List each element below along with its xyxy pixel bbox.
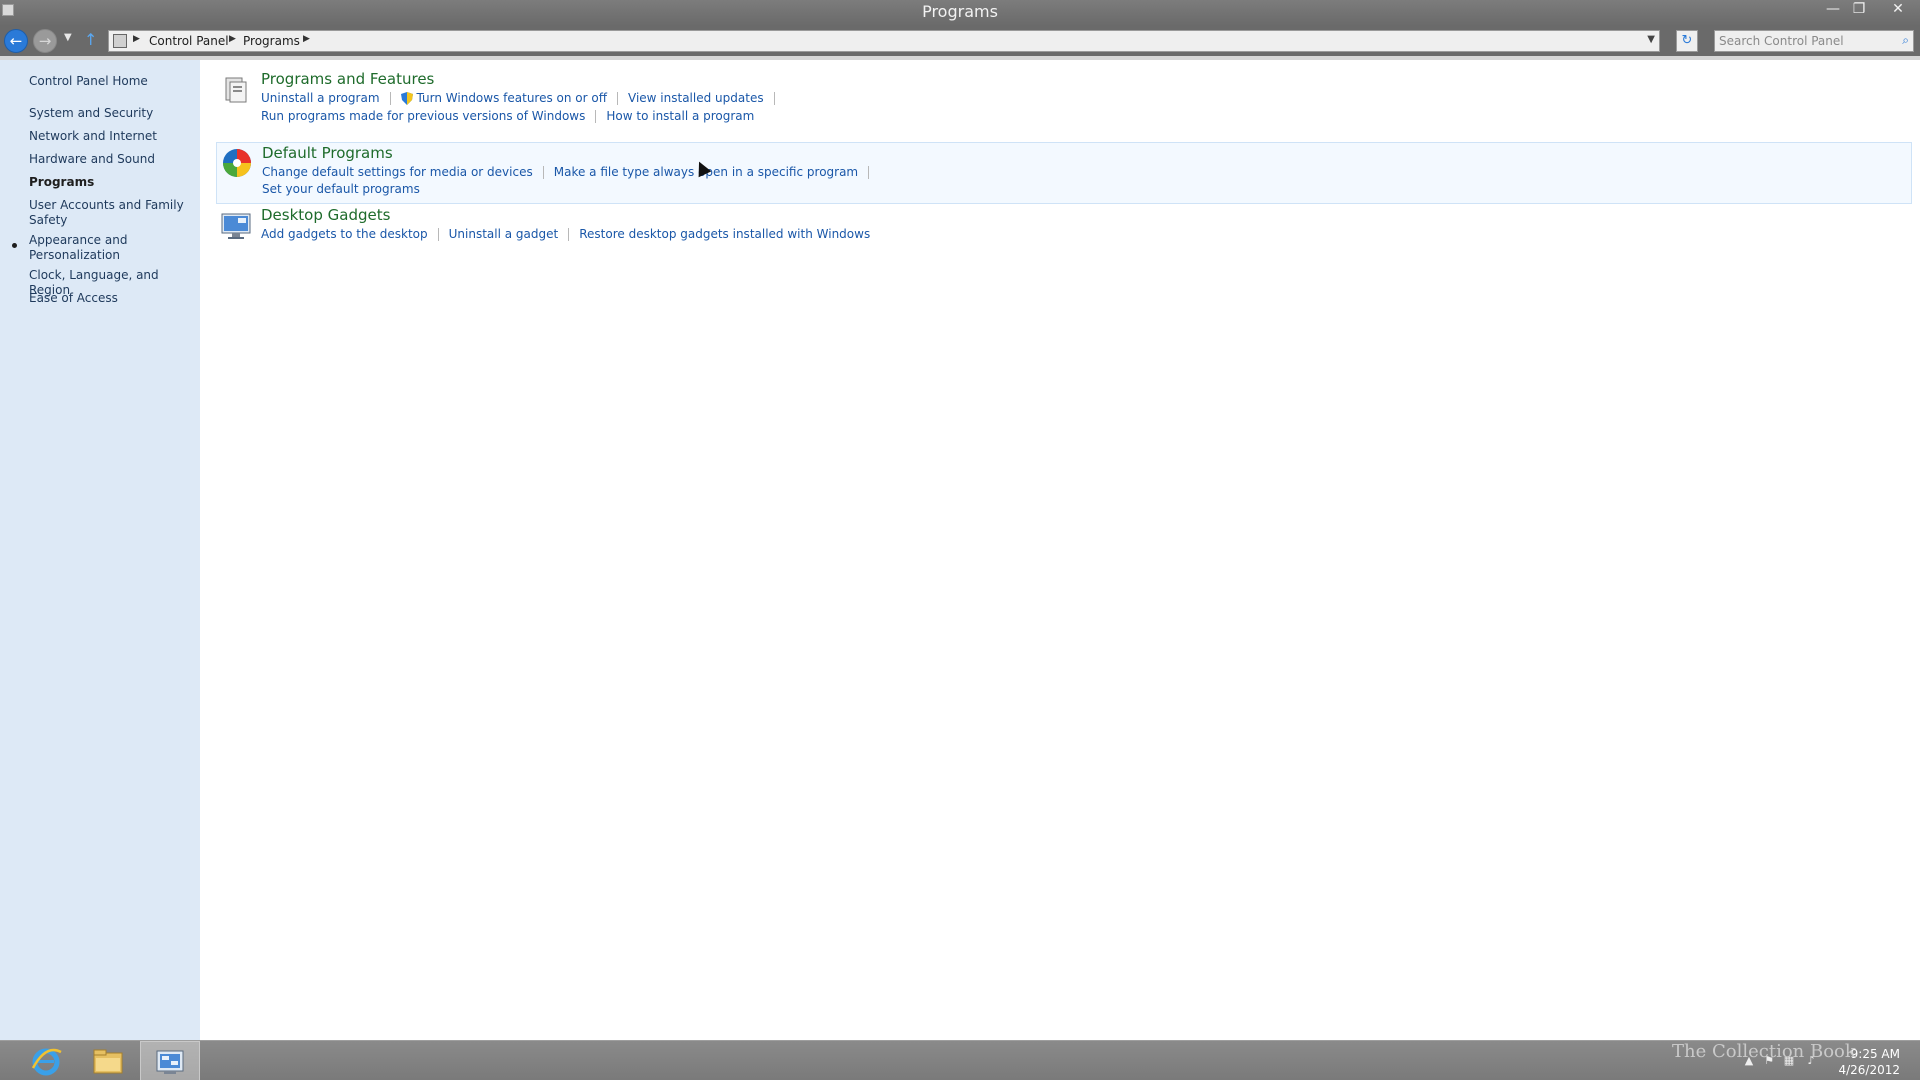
search-input[interactable] xyxy=(1719,33,1889,49)
category-title[interactable]: Programs and Features xyxy=(261,70,434,88)
file-explorer-taskbar-button[interactable] xyxy=(78,1041,138,1080)
breadcrumb-control-panel[interactable]: Control Panel xyxy=(149,34,229,48)
compat-programs-link[interactable]: Run programs made for previous versions … xyxy=(261,109,585,123)
divider xyxy=(542,166,544,179)
sidebar-home-link[interactable]: Control Panel Home xyxy=(29,74,148,88)
chevron-down-icon: ▼ xyxy=(64,32,72,43)
view-updates-link[interactable]: View installed updates xyxy=(628,91,764,105)
uninstall-program-link[interactable]: Uninstall a program xyxy=(261,91,380,105)
arrow-left-icon: ← xyxy=(9,32,23,50)
sidebar: Control Panel Home System and Security N… xyxy=(0,60,200,1040)
sidebar-item-user-accounts[interactable]: User Accounts and Family Safety xyxy=(29,198,189,228)
minimize-button[interactable]: — xyxy=(1820,0,1846,20)
close-button[interactable]: ✕ xyxy=(1880,0,1916,20)
category-title[interactable]: Desktop Gadgets xyxy=(261,206,390,224)
breadcrumb-arrow-icon[interactable]: ▶ xyxy=(229,34,236,44)
uac-shield-icon xyxy=(400,92,413,105)
maximize-button[interactable]: ❐ xyxy=(1846,0,1872,20)
category-links-row: Set your default programs xyxy=(262,182,420,196)
breadcrumb-programs[interactable]: Programs xyxy=(243,34,300,48)
category-links-row: Add gadgets to the desktop Uninstall a ga… xyxy=(261,227,870,241)
arrow-right-icon: → xyxy=(38,32,52,50)
control-panel-taskbar-button[interactable] xyxy=(140,1041,200,1080)
sidebar-item-network-internet[interactable]: Network and Internet xyxy=(29,129,189,144)
category-desktop-gadgets: Desktop Gadgets Add gadgets to the deskt… xyxy=(216,206,1912,246)
search-icon[interactable]: ⌕ xyxy=(1902,33,1909,48)
divider xyxy=(389,92,391,105)
navigation-bar: ← → ▼ ↑ ▶ Control Panel ▶ Programs ▶ ▼ ↻… xyxy=(0,26,1920,56)
windows-features-link[interactable]: Turn Windows features on or off xyxy=(417,91,608,105)
divider xyxy=(437,228,439,241)
internet-explorer-taskbar-button[interactable] xyxy=(16,1041,76,1080)
category-links-row: Uninstall a program Turn Windows features… xyxy=(261,91,785,105)
sidebar-item-system-security[interactable]: System and Security xyxy=(29,106,189,121)
divider xyxy=(595,110,597,123)
change-default-settings-link[interactable]: Change default settings for media or dev… xyxy=(262,165,533,179)
title-bar: Programs — ❐ ✕ xyxy=(0,0,1920,26)
folder-icon xyxy=(93,1049,123,1074)
restore-gadgets-link[interactable]: Restore desktop gadgets installed with W… xyxy=(579,227,870,241)
window-title: Programs xyxy=(922,2,998,21)
taskbar: ▲ ⚑ ▦ ♪ 9:25 AM 4/26/2012 xyxy=(0,1040,1920,1080)
set-default-programs-link[interactable]: Set your default programs xyxy=(262,182,420,196)
category-programs-features: Programs and Features Uninstall a progra… xyxy=(216,70,1912,130)
category-links-row: Run programs made for previous versions … xyxy=(261,109,754,123)
divider xyxy=(617,92,619,105)
uninstall-gadget-link[interactable]: Uninstall a gadget xyxy=(449,227,559,241)
refresh-icon: ↻ xyxy=(1681,33,1693,48)
active-bullet-icon xyxy=(12,243,17,248)
sidebar-item-ease-of-access[interactable]: Ease of Access xyxy=(29,291,189,306)
recent-locations-button[interactable]: ▼ xyxy=(64,32,72,43)
clock-date: 4/26/2012 xyxy=(1838,1063,1900,1077)
desktop-gadgets-icon[interactable] xyxy=(220,210,252,242)
programs-features-icon[interactable] xyxy=(220,74,252,106)
divider xyxy=(868,166,870,179)
sidebar-item-hardware-sound[interactable]: Hardware and Sound xyxy=(29,152,189,167)
sidebar-item-appearance[interactable]: Appearance and Personalization xyxy=(29,233,189,263)
back-button[interactable]: ← xyxy=(4,29,28,53)
divider xyxy=(568,228,570,241)
address-dropdown-icon[interactable]: ▼ xyxy=(1647,34,1655,45)
search-box[interactable]: ⌕ xyxy=(1714,30,1914,52)
category-title[interactable]: Default Programs xyxy=(262,144,393,162)
arrow-up-icon: ↑ xyxy=(84,30,98,49)
divider xyxy=(773,92,775,105)
breadcrumb-arrow-icon[interactable]: ▶ xyxy=(303,34,310,44)
default-programs-icon[interactable] xyxy=(221,147,253,179)
watermark-text: The Collection Book xyxy=(1672,1041,1856,1062)
forward-button[interactable]: → xyxy=(33,29,57,53)
address-bar[interactable]: ▶ Control Panel ▶ Programs ▶ ▼ xyxy=(108,30,1660,52)
category-links-row: Change default settings for media or dev… xyxy=(262,165,879,179)
sidebar-item-programs[interactable]: Programs xyxy=(29,175,189,190)
internet-explorer-icon xyxy=(31,1048,62,1076)
add-gadgets-link[interactable]: Add gadgets to the desktop xyxy=(261,227,428,241)
control-panel-icon xyxy=(113,34,127,48)
how-to-install-link[interactable]: How to install a program xyxy=(606,109,754,123)
up-button[interactable]: ↑ xyxy=(84,30,97,49)
control-panel-icon xyxy=(156,1050,184,1074)
refresh-button[interactable]: ↻ xyxy=(1676,30,1698,52)
category-default-programs: Default Programs Change default settings… xyxy=(216,142,1912,204)
breadcrumb-arrow-icon[interactable]: ▶ xyxy=(133,34,140,44)
main-content: Programs and Features Uninstall a progra… xyxy=(200,60,1920,1040)
